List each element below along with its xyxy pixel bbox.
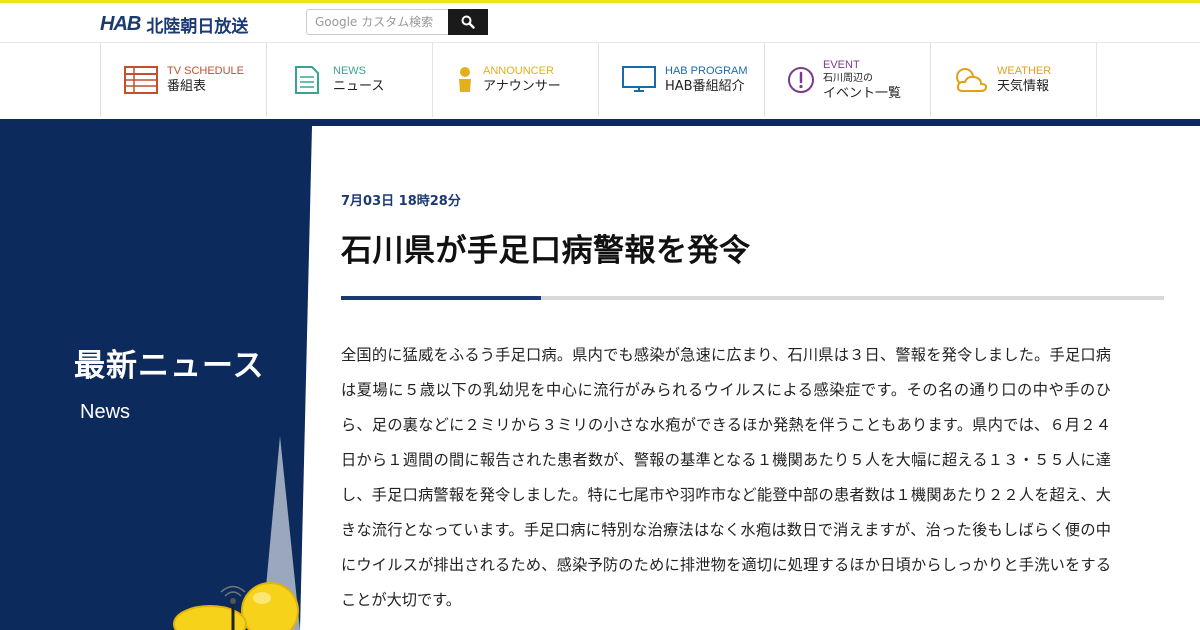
- nav-label-en: ANNOUNCER: [483, 65, 554, 78]
- nav-label-ja: HAB番組紹介: [665, 79, 745, 95]
- nav-item-announcer[interactable]: ANNOUNCER アナウンサー: [433, 43, 599, 117]
- nav-divider-bar: [0, 119, 1200, 126]
- section-banner: 最新ニュース News: [0, 126, 312, 630]
- article-date: 7月03日 18時28分: [341, 194, 461, 209]
- news-document-icon: [289, 63, 325, 97]
- nav-item-news[interactable]: NEWS ニュース: [267, 43, 433, 117]
- exclamation-circle-icon: [787, 63, 815, 97]
- logo-mark: HAB: [100, 12, 141, 35]
- tv-schedule-icon: [123, 63, 159, 97]
- headline-divider-accent: [341, 296, 541, 300]
- person-icon: [455, 63, 475, 97]
- search-input[interactable]: [306, 9, 448, 35]
- nav-label-ja: 天気情報: [997, 79, 1050, 95]
- nav-item-weather[interactable]: WEATHER 天気情報: [931, 43, 1097, 117]
- nav-label-ja: イベント一覧: [823, 85, 902, 101]
- headline-divider: [341, 296, 1164, 300]
- monitor-icon: [621, 63, 657, 97]
- nav-label-en: HAB PROGRAM: [665, 65, 748, 78]
- nav-item-event[interactable]: EVENT 石川周辺の イベント一覧: [765, 43, 931, 117]
- article-headline: 石川県が手足口病警報を発令: [341, 233, 751, 269]
- nav-label-ja-small: 石川周辺の: [823, 72, 873, 84]
- nav-label-en: TV SCHEDULE: [167, 65, 245, 78]
- nav-label-en: WEATHER: [997, 65, 1052, 78]
- weather-cloud-icon: [953, 63, 989, 97]
- nav-label-ja: 番組表: [167, 79, 207, 95]
- section-subtitle: News: [80, 401, 131, 423]
- main-navigation: TV SCHEDULE 番組表 NEWS ニュース ANNOUNCER アナウン…: [0, 42, 1200, 119]
- nav-item-hab-program[interactable]: HAB PROGRAM HAB番組紹介: [599, 43, 765, 117]
- search-icon: [461, 15, 475, 29]
- site-logo[interactable]: HAB 北陸朝日放送: [100, 12, 249, 37]
- search-form: [306, 9, 488, 35]
- nav-list: TV SCHEDULE 番組表 NEWS ニュース ANNOUNCER アナウン…: [100, 43, 1097, 117]
- article-body: 全国的に猛威をふるう手足口病。県内でも感染が急速に広まり、石川県は３日、警報を発…: [341, 346, 1111, 609]
- logo-name: 北陸朝日放送: [146, 16, 249, 37]
- nav-label-en: NEWS: [333, 65, 366, 78]
- nav-label-en: EVENT: [823, 58, 860, 71]
- nav-item-tv-schedule[interactable]: TV SCHEDULE 番組表: [101, 43, 267, 117]
- section-title: 最新ニュース: [74, 348, 265, 384]
- top-bar: HAB 北陸朝日放送: [0, 0, 1200, 42]
- nav-label-ja: アナウンサー: [483, 79, 561, 95]
- nav-label-ja: ニュース: [333, 79, 385, 95]
- article: 7月03日 18時28分 石川県が手足口病警報を発令 全国的に猛威をふるう手足口…: [341, 190, 1171, 618]
- search-button[interactable]: [448, 9, 488, 35]
